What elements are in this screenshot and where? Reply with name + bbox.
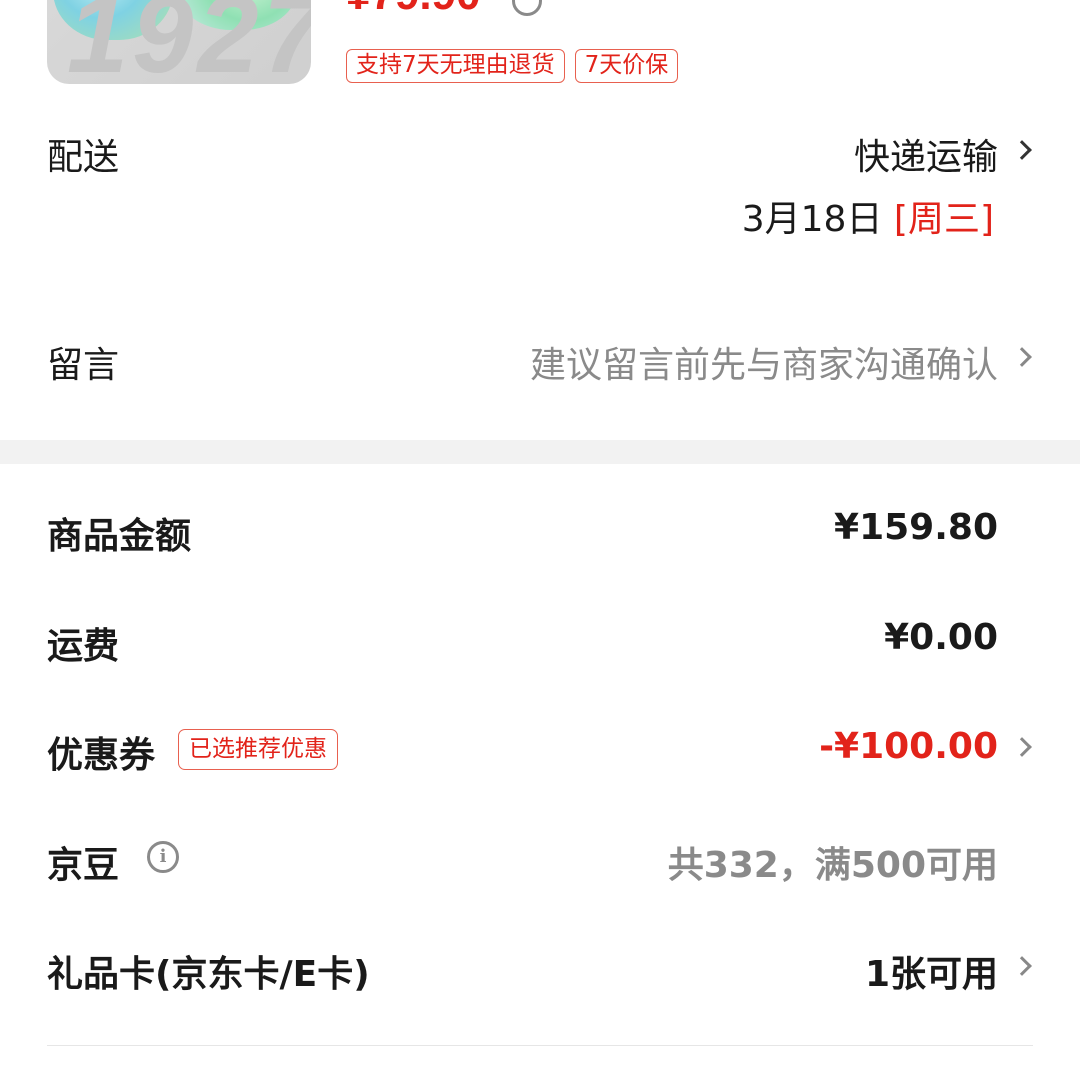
coupon-label: 优惠券 [47, 735, 156, 776]
price-info-icon[interactable] [512, 0, 542, 16]
section-divider [0, 440, 1080, 464]
gift-card-value[interactable]: 1张可用 [865, 945, 998, 997]
delivery-date: 3月18日 [741, 199, 883, 240]
product-thumbnail[interactable]: 1927 [47, 0, 311, 84]
shipping-fee-label: 运费 [47, 626, 120, 667]
message-chevron-icon[interactable] [1012, 347, 1032, 367]
goods-amount-label: 商品金额 [47, 516, 192, 557]
info-icon[interactable]: i [147, 841, 179, 873]
gift-card-label: 礼品卡(京东卡/E卡) [47, 954, 370, 995]
product-price: ¥79.90 [346, 0, 481, 20]
delivery-weekday: [周三] [893, 199, 994, 240]
coupon-chevron-icon[interactable] [1012, 737, 1032, 757]
tag-price-protection: 7天价保 [574, 49, 679, 83]
goods-amount-value: ¥159.80 [834, 507, 998, 548]
jingdou-value: 共332，满500可用 [667, 845, 998, 886]
coupon-value[interactable]: -¥100.00 [819, 726, 998, 767]
delivery-chevron-icon[interactable] [1012, 140, 1032, 160]
tag-7day-return: 支持7天无理由退货 [346, 49, 565, 83]
bottom-divider [47, 1045, 1033, 1046]
message-input[interactable]: 建议留言前先与商家沟通确认 [530, 336, 998, 388]
coupon-recommended-badge: 已选推荐优惠 [178, 729, 338, 770]
delivery-date-row[interactable]: 3月18日 [周三] [742, 190, 994, 242]
jingdou-label: 京豆 [47, 845, 120, 886]
product-thumbnail-text: 1927 [67, 0, 311, 84]
message-label: 留言 [47, 345, 120, 386]
delivery-label: 配送 [47, 137, 120, 178]
product-service-tags: 支持7天无理由退货 7天价保 [346, 49, 679, 83]
order-confirmation-page: 1927 ¥79.90 支持7天无理由退货 7天价保 配送 快递运输 3月18日… [0, 0, 1080, 1080]
gift-card-chevron-icon[interactable] [1012, 956, 1032, 976]
shipping-fee-value: ¥0.00 [884, 617, 998, 658]
delivery-method[interactable]: 快递运输 [854, 128, 998, 180]
